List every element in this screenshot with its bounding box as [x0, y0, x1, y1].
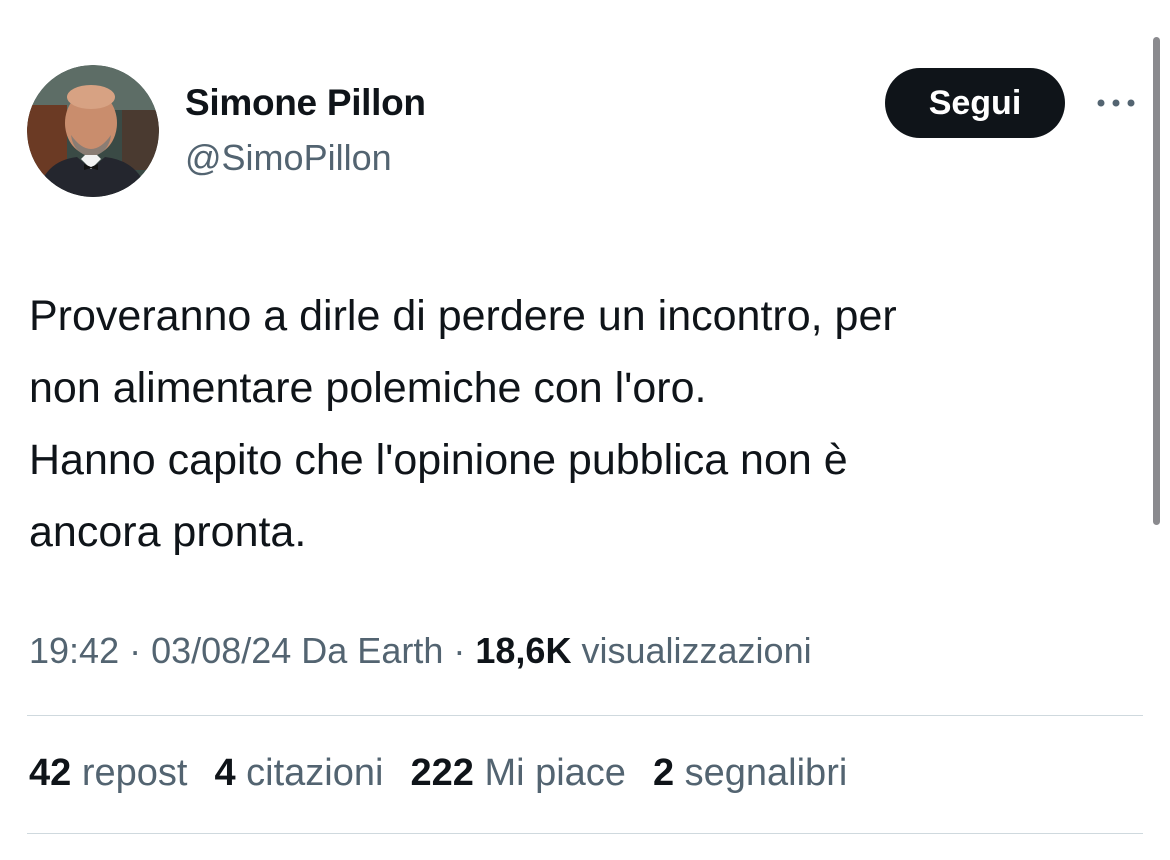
repost-stat[interactable]: 42 repost — [29, 752, 187, 795]
scrollbar[interactable] — [1153, 37, 1160, 525]
meta-separator: · — [453, 630, 466, 671]
views-count: 18,6K — [475, 630, 572, 671]
follow-button[interactable]: Segui — [885, 68, 1065, 138]
author-display-name[interactable]: Simone Pillon — [185, 82, 426, 124]
like-count: 222 — [410, 752, 474, 794]
divider — [27, 715, 1143, 716]
quote-count: 4 — [214, 752, 236, 794]
meta-separator: · — [129, 630, 142, 671]
tweet-time[interactable]: 19:42 — [29, 630, 119, 671]
bookmark-count: 2 — [652, 752, 675, 794]
tweet-text: Proveranno a dirle di perdere un incontr… — [29, 292, 897, 556]
bookmark-label: segnalibri — [684, 752, 848, 794]
views-label: visualizzazioni — [581, 630, 812, 671]
author-handle[interactable]: @SimoPillon — [185, 137, 392, 179]
avatar-image — [27, 65, 159, 197]
tweet-meta: 19:42 · 03/08/24 Da Earth · 18,6K visual… — [29, 630, 812, 672]
bookmark-stat[interactable]: 2 segnalibri — [653, 752, 847, 795]
quote-label: citazioni — [246, 752, 384, 794]
like-stat[interactable]: 222 Mi piace — [410, 752, 625, 795]
quote-stat[interactable]: 4 citazioni — [214, 752, 383, 795]
tweet-date[interactable]: 03/08/24 — [151, 630, 291, 671]
tweet-source: Da Earth — [301, 630, 444, 671]
avatar[interactable] — [27, 65, 159, 197]
divider — [27, 833, 1143, 834]
like-label: Mi piace — [484, 752, 626, 794]
repost-label: repost — [81, 752, 188, 794]
more-horizontal-icon[interactable] — [1093, 90, 1139, 116]
repost-count: 42 — [29, 752, 72, 794]
engagement-stats: 42 repost 4 citazioni 222 Mi piace 2 seg… — [29, 752, 874, 795]
